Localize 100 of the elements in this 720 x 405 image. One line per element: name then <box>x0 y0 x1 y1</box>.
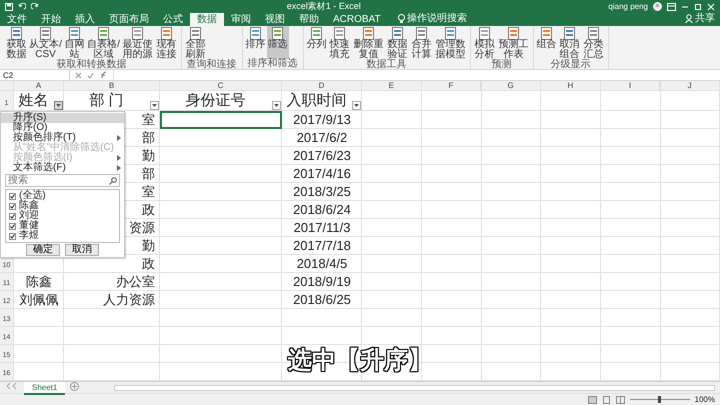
ribbon-tab[interactable]: ACROBAT <box>326 13 388 26</box>
table-cell: 部 <box>142 130 155 145</box>
search-icon <box>109 176 117 184</box>
maximize-icon[interactable] <box>694 2 702 10</box>
checkbox[interactable] <box>9 192 16 200</box>
redo-icon[interactable] <box>31 2 39 10</box>
ribbon-button[interactable]: 删除重复值 <box>352 26 386 60</box>
check-icon[interactable] <box>87 72 94 78</box>
table-cell: 人力资源 <box>103 292 155 307</box>
table-cell: 2018/6/24 <box>293 202 351 217</box>
ribbon-button[interactable]: 分类汇总 <box>582 26 606 60</box>
ribbon-button[interactable]: 排序 <box>244 26 266 59</box>
table-cell: 2017/11/3 <box>294 220 350 235</box>
ribbon-button[interactable]: 最近使用的源 <box>120 26 154 60</box>
video-caption: 选中【升序】 <box>286 347 433 374</box>
ribbon-button[interactable]: 管理数据模型 <box>434 26 468 60</box>
table-cell: 室 <box>142 112 155 127</box>
caret-icon <box>55 103 62 108</box>
filter-dropdown-button[interactable] <box>352 101 361 110</box>
ribbon-button[interactable]: 组合 <box>536 26 558 60</box>
group-label: 查询和连接 <box>186 60 238 69</box>
ribbon-button[interactable]: 自表格/区域 <box>86 26 120 60</box>
table-cell: 政 <box>142 256 155 271</box>
avatar-icon[interactable] <box>653 2 662 11</box>
group-label: 数据工具 <box>366 60 408 69</box>
header-cell: 入职时间 <box>286 91 346 111</box>
checkbox[interactable] <box>9 212 16 220</box>
filter-dropdown-button[interactable] <box>272 101 281 110</box>
table-cell: 2017/9/13 <box>293 112 351 127</box>
save-icon[interactable] <box>5 2 13 10</box>
table-cell: 部 <box>142 166 155 181</box>
zoom-level: 100% <box>694 394 715 405</box>
lightbulb-icon <box>398 14 405 23</box>
page-layout-icon[interactable] <box>602 396 611 404</box>
table-cell: 2017/7/18 <box>293 238 351 253</box>
ribbon-tab[interactable]: 页面布局 <box>102 13 156 26</box>
cancel-icon[interactable] <box>75 72 82 78</box>
header-cell: 姓名 <box>18 91 48 111</box>
user-name: qiang peng <box>608 1 648 13</box>
ribbon-tab[interactable]: 帮助 <box>292 13 326 26</box>
table-cell: 室 <box>142 184 155 199</box>
ribbon-button[interactable]: 数据验证 <box>386 26 410 60</box>
search-field[interactable]: 搜索 <box>5 174 120 187</box>
checkbox[interactable] <box>9 202 16 210</box>
ribbon-button[interactable]: 分列 <box>306 26 328 60</box>
group-label: 预测 <box>490 60 512 69</box>
table-cell: 2017/4/16 <box>293 166 351 181</box>
ribbon-button[interactable]: 模拟分析 <box>472 26 496 60</box>
group-label: 排序和筛选 <box>246 59 298 69</box>
table-cell: 资源 <box>129 220 155 235</box>
table-cell: 陈鑫 <box>26 274 52 289</box>
ribbon-button[interactable]: 自网站 <box>62 26 86 60</box>
ribbon-button[interactable]: 全部刷新 <box>184 26 208 60</box>
checkbox[interactable] <box>9 222 16 230</box>
ribbon-tab[interactable]: 视图 <box>258 13 292 26</box>
menu-item[interactable]: 按颜色排序(T) <box>1 133 124 143</box>
normal-view-icon[interactable] <box>588 396 597 404</box>
tell-me-search[interactable]: 操作说明搜索 <box>407 11 468 26</box>
table-cell: 2018/3/25 <box>293 184 351 199</box>
header-cell: 身份证号 <box>186 91 246 111</box>
ribbon-tab[interactable]: 开始 <box>34 13 68 26</box>
filter-dropdown-button[interactable] <box>54 101 63 110</box>
close-icon[interactable] <box>707 2 715 10</box>
ribbon-button[interactable]: 合并计算 <box>410 26 434 60</box>
ribbon-button[interactable]: 取消组合 <box>558 26 582 60</box>
selected-cell[interactable] <box>160 111 282 129</box>
checkbox-label: (全选) <box>19 191 46 201</box>
ribbon-tab[interactable]: 数据 <box>190 13 224 26</box>
ribbon-display-icon[interactable] <box>667 2 676 10</box>
ok-button[interactable]: 确定 <box>26 244 60 256</box>
horizontal-scrollbar[interactable] <box>114 384 715 390</box>
ribbon-tab[interactable]: 审阅 <box>224 13 258 26</box>
caret-icon <box>353 103 360 108</box>
ribbon-tab[interactable]: 插入 <box>68 13 102 26</box>
function-icon[interactable] <box>99 71 108 79</box>
window-title: excel素材1 - Excel <box>286 0 362 13</box>
ribbon-button[interactable]: 从文本/CSV <box>28 26 62 60</box>
ribbon-button[interactable]: 快速填充 <box>328 26 352 60</box>
ribbon-tab[interactable]: 文件 <box>0 13 34 26</box>
document-icon <box>271 27 284 40</box>
sheet-tab[interactable]: Sheet1 <box>24 382 66 395</box>
checkbox-label: 陈鑫 <box>19 201 39 211</box>
table-cell: 办公室 <box>116 274 155 289</box>
menu-item[interactable]: 升序(S) <box>1 113 124 123</box>
cancel-button[interactable]: 取消 <box>65 244 99 256</box>
zoom-slider-thumb[interactable] <box>658 396 662 403</box>
ribbon-tab[interactable]: 公式 <box>156 13 190 26</box>
menu-item[interactable]: 文本筛选(F) <box>1 163 124 173</box>
ribbon-button[interactable]: 筛选 <box>266 26 288 59</box>
undo-icon[interactable] <box>18 2 26 10</box>
header-cell: 部 门 <box>89 91 124 111</box>
checkbox[interactable] <box>9 232 16 240</box>
page-break-icon[interactable] <box>616 396 625 404</box>
filter-dropdown-button[interactable] <box>150 101 159 110</box>
table-cell: 2018/9/19 <box>293 274 351 289</box>
menu-item[interactable]: 降序(O) <box>1 123 124 133</box>
share-button[interactable]: 共享 <box>695 11 715 26</box>
ribbon-button[interactable]: 获取数据 <box>4 26 28 60</box>
ribbon-button[interactable]: 预测工作表 <box>496 26 530 60</box>
ribbon-button[interactable]: 现有连接 <box>154 26 178 60</box>
